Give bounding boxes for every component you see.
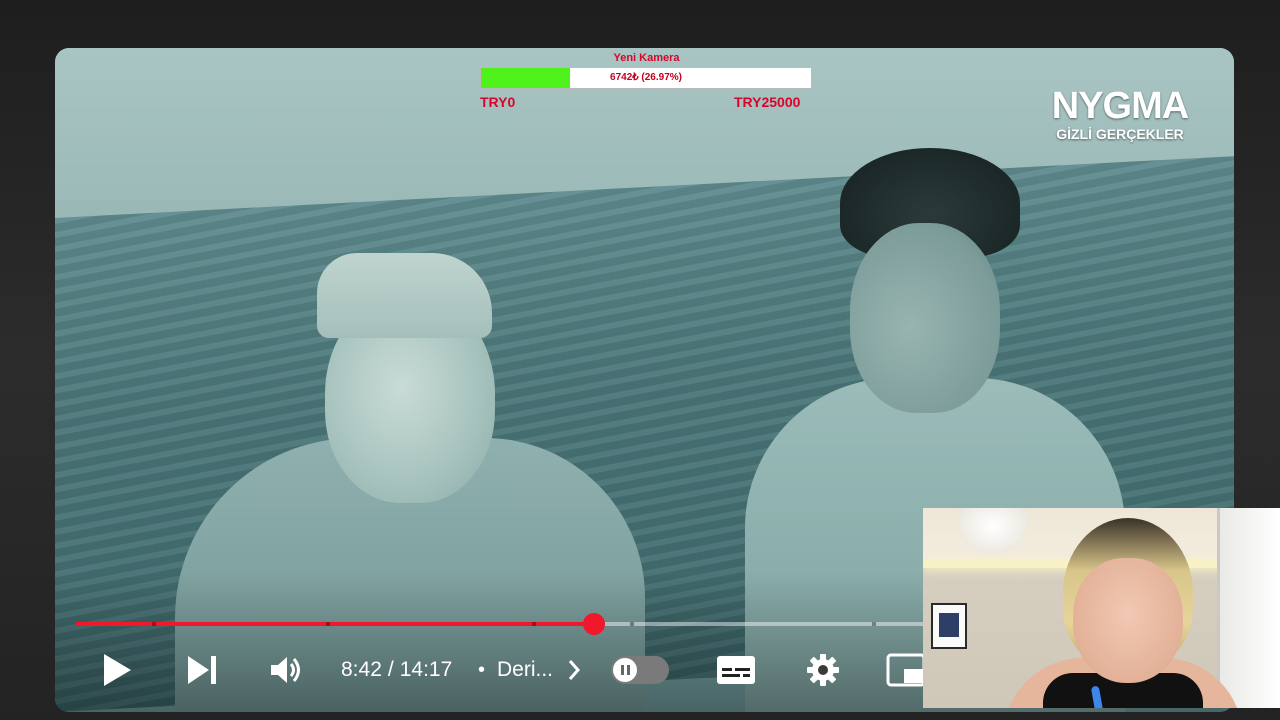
settings-button[interactable] xyxy=(802,642,844,698)
webcam-wall-frame xyxy=(931,603,967,649)
donation-goal-progress-text: 6742₺ (26.97%) xyxy=(610,72,682,83)
subtitles-button[interactable] xyxy=(714,642,758,698)
duration: 14:17 xyxy=(399,658,453,681)
donation-goal-min: TRY0 xyxy=(480,94,516,110)
chapter-marker xyxy=(152,622,156,626)
video-figure-left-cap xyxy=(317,253,492,338)
current-time: 8:42 xyxy=(341,658,382,681)
play-icon xyxy=(102,653,132,687)
donation-goal-title: Yeni Kamera xyxy=(613,52,680,64)
time-display: 8:42/14:17 xyxy=(341,655,452,685)
miniplayer-icon xyxy=(886,653,924,687)
chapter-marker xyxy=(532,622,536,626)
volume-icon xyxy=(269,654,305,686)
chapter-dot: • xyxy=(478,659,486,681)
webcam-overlay xyxy=(923,508,1280,708)
channel-logo-main: NYGMA xyxy=(1051,85,1189,127)
volume-button[interactable] xyxy=(266,642,308,698)
seek-bar[interactable] xyxy=(76,613,926,635)
donation-goal-max: TRY25000 xyxy=(734,94,801,110)
video-figure-right-head xyxy=(850,223,1000,413)
channel-logo-sub: GİZLİ GERÇEKLER xyxy=(1056,126,1184,142)
chapter-marker xyxy=(872,622,876,626)
autoplay-toggle[interactable] xyxy=(611,656,669,684)
channel-logo: NYGMA GİZLİ GERÇEKLER xyxy=(1050,86,1190,142)
webcam-person-face xyxy=(1073,558,1183,683)
chevron-right-icon xyxy=(567,659,581,681)
chapter-title[interactable]: Deri... xyxy=(497,655,553,685)
seek-scrubber[interactable] xyxy=(582,613,605,635)
webcam-door xyxy=(1217,508,1280,708)
autoplay-toggle-knob xyxy=(613,658,637,682)
gear-icon xyxy=(805,652,841,688)
chapter-chevron-button[interactable] xyxy=(562,642,586,698)
donation-goal-bar: 6742₺ (26.97%) xyxy=(480,67,812,89)
miniplayer-button[interactable] xyxy=(886,642,924,698)
time-separator: / xyxy=(387,658,394,681)
pause-icon xyxy=(620,665,630,675)
next-button[interactable] xyxy=(182,642,222,698)
play-button[interactable] xyxy=(96,642,138,698)
next-icon xyxy=(186,655,218,685)
chapter-marker xyxy=(326,622,330,626)
chapter-marker xyxy=(630,622,634,626)
subtitles-icon xyxy=(716,655,756,685)
